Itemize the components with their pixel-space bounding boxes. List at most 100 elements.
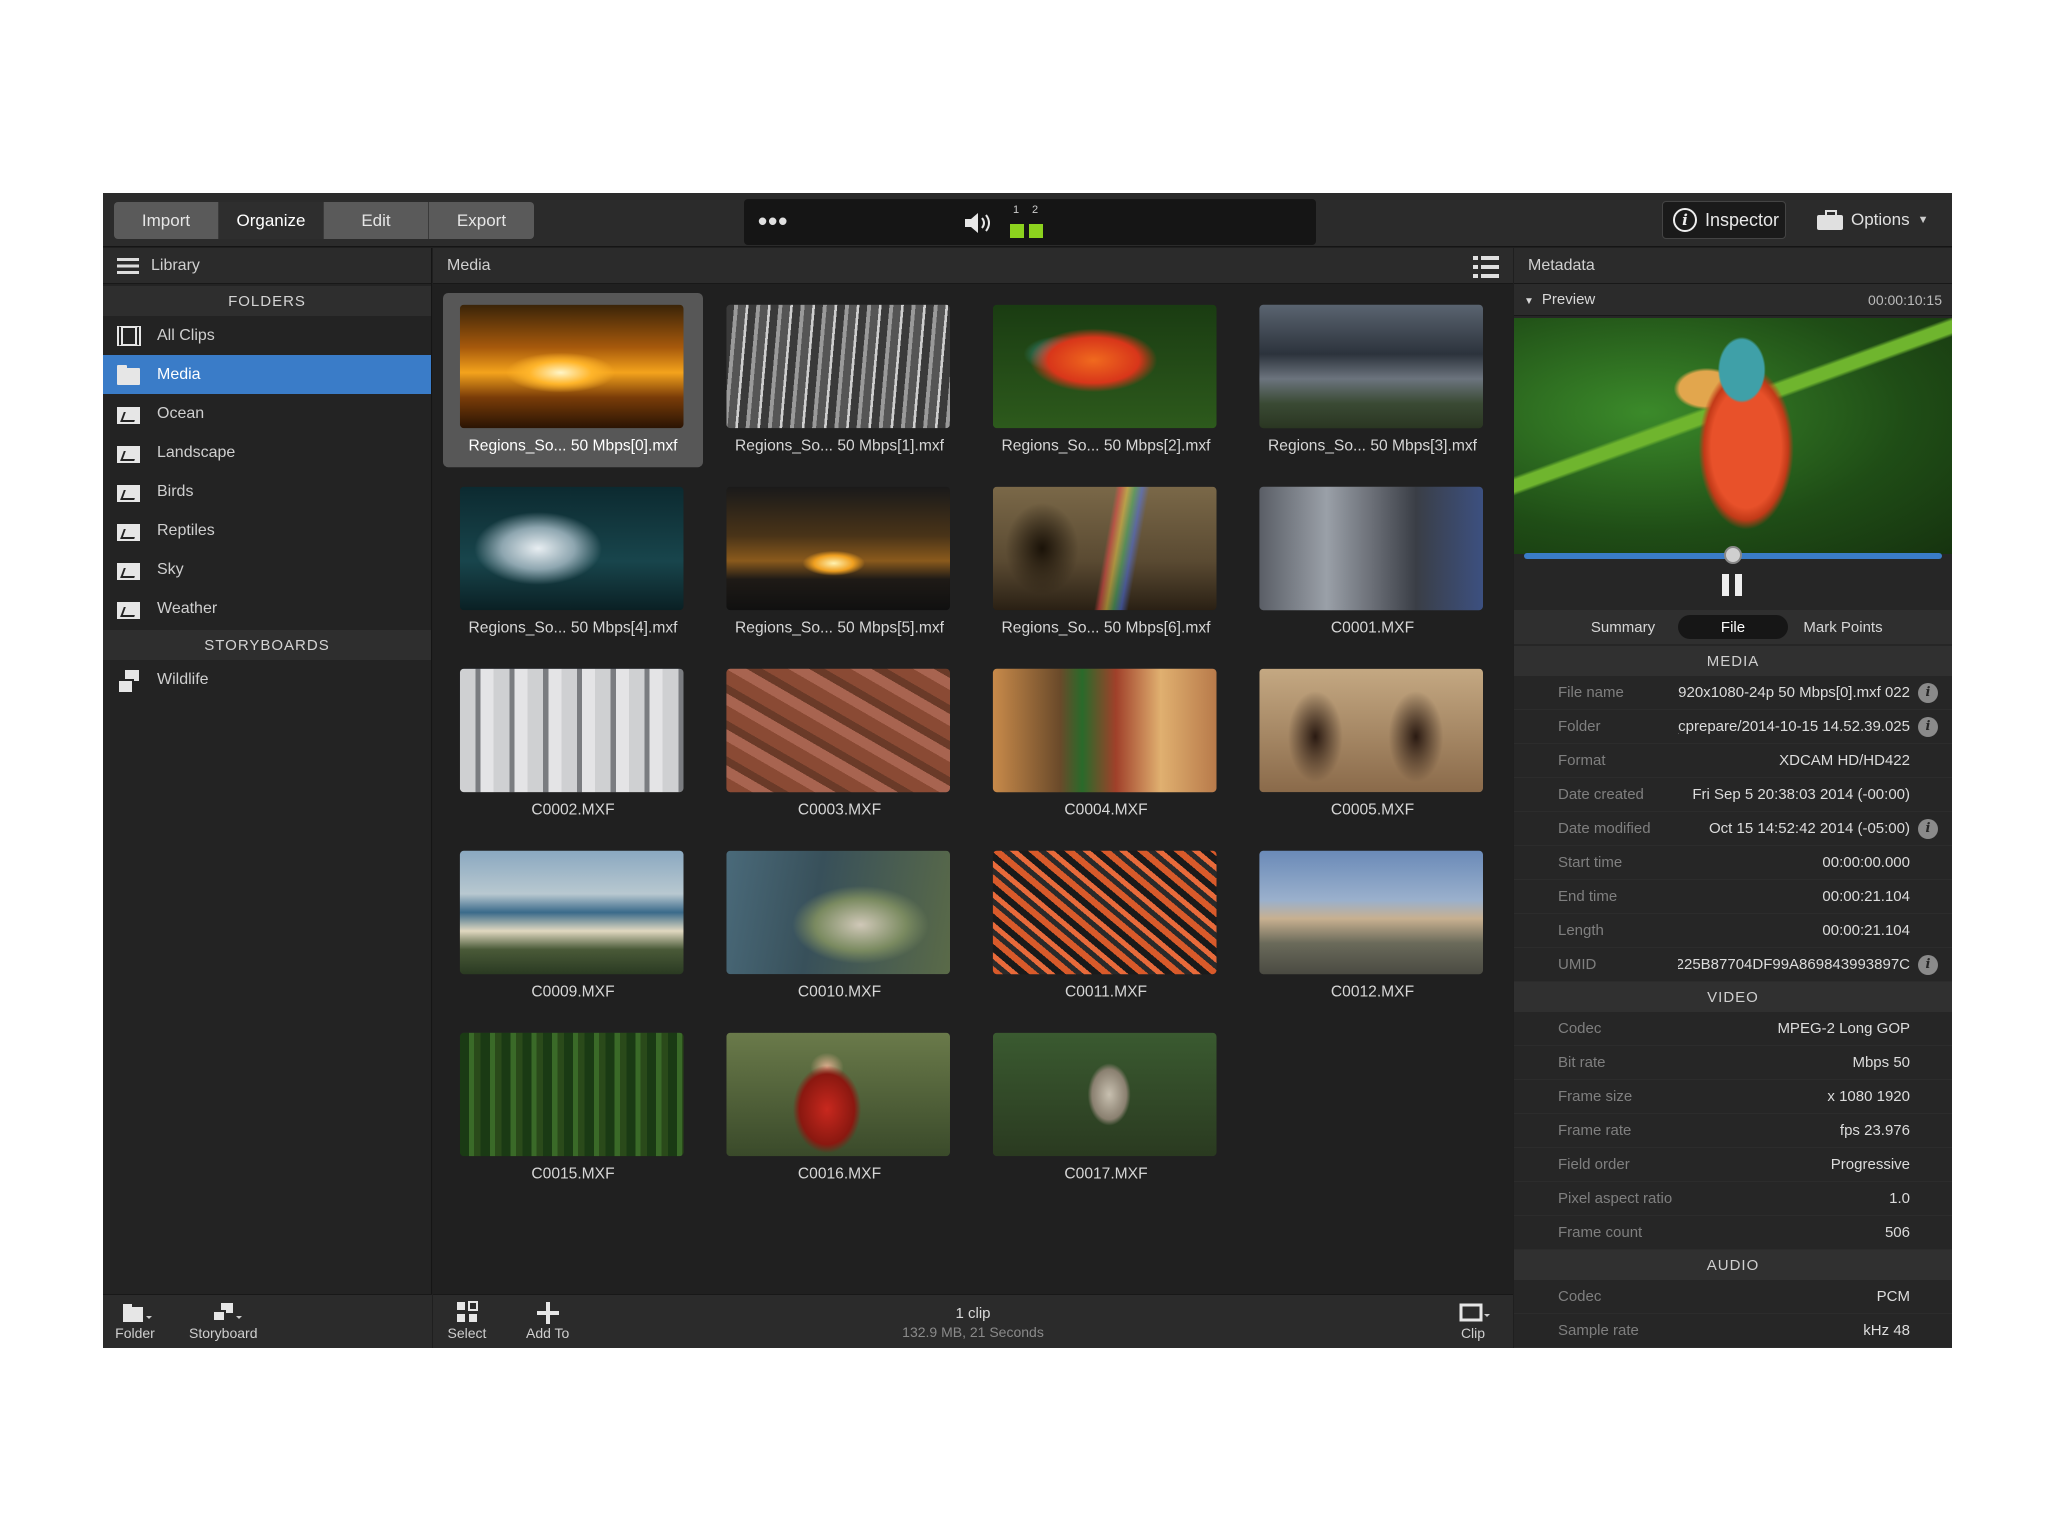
info-icon[interactable]: i — [1918, 682, 1938, 703]
tab-mark-points[interactable]: Mark Points — [1788, 615, 1898, 639]
meter-bar — [1029, 224, 1043, 238]
metadata-section-heading: MEDIA — [1514, 646, 1952, 676]
sidebar-item-label: Sky — [157, 560, 184, 578]
tab-import[interactable]: Import — [114, 202, 219, 239]
folders-heading: FOLDERS — [103, 286, 431, 316]
metadata-value: XDCAM HD/HD422 — [1779, 752, 1910, 769]
meter-channel-label: 2 — [1032, 204, 1039, 216]
sidebar-item-birds[interactable]: Birds — [103, 472, 431, 511]
inspector-label: Inspector — [1705, 209, 1780, 230]
preview-video[interactable] — [1514, 318, 1952, 554]
clip-thumbnail[interactable]: Regions_So... 50 Mbps[2].mxf — [976, 293, 1236, 467]
info-icon[interactable]: i — [1918, 818, 1938, 839]
clip-preview-image — [992, 668, 1217, 793]
options-button[interactable]: Options ▼ — [1817, 201, 1941, 239]
clip-thumbnail[interactable]: C0011.MXF — [976, 839, 1236, 1013]
info-icon[interactable]: i — [1918, 954, 1938, 975]
clip-preview-image — [992, 486, 1217, 611]
metadata-row: Folder ary_cprepare/2014-10-15 14.52.39.0… — [1514, 710, 1952, 744]
inspector-button[interactable]: i Inspector — [1662, 201, 1786, 239]
clip-name: C0005.MXF — [1330, 800, 1415, 819]
storyboard-label: Storyboard — [189, 1325, 258, 1341]
clip-preview-image — [992, 304, 1217, 429]
metadata-value: 50 Mbps — [1852, 1054, 1910, 1071]
metadata-value: 1920 x 1080 — [1827, 1088, 1910, 1105]
scrubber-handle[interactable] — [1724, 546, 1742, 564]
sidebar-item-label: Birds — [157, 482, 194, 500]
speaker-icon[interactable] — [963, 210, 997, 236]
sidebar-item-reptiles[interactable]: Reptiles — [103, 511, 431, 550]
sidebar-item-all-clips[interactable]: All Clips — [103, 316, 431, 355]
new-storyboard-button[interactable]: Storyboard — [189, 1301, 257, 1341]
clip-name: C0017.MXF — [1064, 1164, 1148, 1183]
smart-folder-icon — [117, 482, 141, 502]
smart-folder-icon — [117, 521, 141, 541]
clip-thumbnail[interactable]: C0004.MXF — [976, 657, 1236, 831]
clip-thumbnail[interactable]: Regions_So... 50 Mbps[0].mxf — [443, 293, 703, 468]
sidebar-item-ocean[interactable]: Ocean — [103, 394, 431, 433]
sidebar-item-weather[interactable]: Weather — [103, 589, 431, 628]
more-button[interactable]: ••• — [758, 206, 788, 237]
metadata-value: ary_cprepare/2014-10-15 14.52.39.025 — [1678, 718, 1910, 735]
clip-count: 1 clip — [955, 1305, 991, 1322]
clip-thumbnail[interactable]: C0001.MXF — [1243, 475, 1503, 649]
metadata-key: Format — [1558, 752, 1606, 769]
clip-preview-image — [726, 304, 950, 429]
clip-thumbnail[interactable]: C0015.MXF — [443, 1021, 703, 1195]
tab-file[interactable]: File — [1678, 615, 1788, 639]
tab-export[interactable]: Export — [429, 202, 534, 239]
metadata-value: Progressive — [1830, 1156, 1910, 1173]
top-toolbar: Import Organize Edit Export ••• 1 2 i Inspe… — [103, 193, 1952, 247]
clip-preview-image — [726, 486, 950, 611]
metadata-tabs: Summary File Mark Points — [1514, 610, 1952, 644]
clip-size-duration: 132.9 MB, 21 Seconds — [902, 1324, 1044, 1340]
preview-label: Preview — [1541, 291, 1596, 308]
media-header: Media — [433, 248, 1513, 284]
clip-thumbnail[interactable]: C0017.MXF — [976, 1021, 1236, 1195]
clip-name: C0015.MXF — [531, 1164, 615, 1183]
film-icon — [1453, 1301, 1493, 1325]
tab-summary[interactable]: Summary — [1568, 615, 1678, 639]
sidebar-item-media[interactable]: Media — [103, 355, 431, 394]
clip-preview-image — [459, 486, 684, 611]
metadata-value: 00:00:21.104 — [1822, 888, 1910, 905]
preview-bar[interactable]: ▼ Preview 00:00:10:15 — [1514, 284, 1952, 316]
preview-timecode: 00:00:10:15 — [1868, 291, 1942, 308]
metadata-key: Field order — [1558, 1156, 1630, 1173]
list-view-icon[interactable] — [1473, 256, 1499, 278]
menu-icon[interactable] — [117, 257, 139, 274]
tab-organize[interactable]: Organize — [219, 202, 324, 239]
clip-name: C0002.MXF — [531, 800, 615, 819]
sidebar-item-label: Wildlife — [157, 670, 209, 688]
clip-thumbnail[interactable]: Regions_So... 50 Mbps[3].mxf — [1243, 293, 1503, 467]
info-icon[interactable]: i — [1918, 716, 1938, 737]
clip-thumbnail[interactable]: C0012.MXF — [1243, 839, 1503, 1013]
new-folder-button[interactable]: Folder — [115, 1301, 155, 1341]
options-label: Options — [1851, 210, 1910, 229]
metadata-key: Date modified — [1558, 820, 1651, 837]
chevron-down-icon: ▼ — [1917, 214, 1929, 226]
media-footer: Select Add To 1 clip 132.9 MB, 21 Second… — [433, 1294, 1513, 1348]
clip-thumbnail[interactable]: Regions_So... 50 Mbps[5].mxf — [710, 475, 970, 649]
clip-thumbnail[interactable]: C0005.MXF — [1243, 657, 1503, 831]
clip-thumbnail[interactable]: Regions_So... 50 Mbps[6].mxf — [976, 475, 1236, 649]
metadata-row: Frame count 506 — [1514, 1216, 1952, 1250]
clip-thumbnail[interactable]: Regions_So... 50 Mbps[4].mxf — [443, 475, 703, 649]
clip-thumbnail[interactable]: C0003.MXF — [710, 657, 970, 831]
storyboard-item-wildlife[interactable]: Wildlife — [103, 660, 431, 699]
smart-folder-icon — [117, 443, 141, 463]
media-panel: Media Regions_So... 50 Mbps[0].mxf Region… — [433, 248, 1513, 1348]
preview-toggle[interactable]: ▼ Preview — [1524, 291, 1595, 308]
clip-thumbnail[interactable]: C0009.MXF — [443, 839, 703, 1013]
clip-view-button[interactable]: Clip — [1453, 1301, 1493, 1341]
pause-icon[interactable] — [1722, 574, 1744, 596]
tab-edit[interactable]: Edit — [324, 202, 429, 239]
clip-name: C0010.MXF — [797, 982, 882, 1001]
clip-thumbnail[interactable]: Regions_So... 50 Mbps[1].mxf — [710, 293, 970, 467]
clip-thumbnail[interactable]: C0002.MXF — [443, 657, 703, 831]
metadata-value: 1.0 — [1889, 1190, 1910, 1207]
clip-thumbnail[interactable]: C0010.MXF — [710, 839, 970, 1013]
clip-thumbnail[interactable]: C0016.MXF — [710, 1021, 970, 1195]
sidebar-item-sky[interactable]: Sky — [103, 550, 431, 589]
sidebar-item-landscape[interactable]: Landscape — [103, 433, 431, 472]
